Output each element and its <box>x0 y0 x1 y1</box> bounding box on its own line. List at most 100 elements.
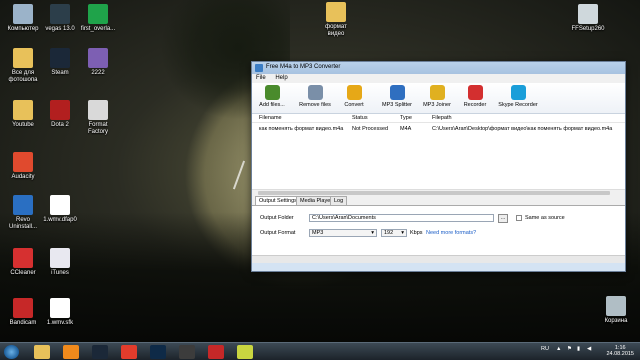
desktop-icon[interactable]: Bandicam <box>3 298 43 327</box>
window-title: Free M4a to MP3 Converter <box>266 64 341 70</box>
toolbar-button[interactable]: Remove files <box>298 85 332 108</box>
file-list[interactable]: как поменять формат видео.m4a Not Proces… <box>252 123 625 195</box>
chevron-down-icon: ▾ <box>401 230 404 236</box>
add-files-icon <box>264 85 280 100</box>
language-indicator[interactable]: RU <box>541 346 549 352</box>
title-bar[interactable]: Free M4a to MP3 Converter <box>252 62 625 74</box>
column-status[interactable]: Status <box>352 115 368 121</box>
bitrate-value: 192 <box>384 230 394 236</box>
converter-window[interactable]: Free M4a to MP3 Converter File Help Add … <box>251 61 626 272</box>
menu-bar: File Help <box>252 74 625 83</box>
row-filename: как поменять формат видео.m4a <box>259 126 344 132</box>
column-type[interactable]: Type <box>400 115 412 121</box>
toolbar-button-label: Convert <box>344 102 364 108</box>
media-player-icon[interactable] <box>63 345 79 359</box>
desktop-icon-label: Все для фотошопа <box>8 70 38 83</box>
tab-output-settings[interactable]: Output Settings <box>255 196 301 205</box>
desktop-icon[interactable]: Youtube <box>3 100 43 129</box>
steam-icon <box>50 48 70 68</box>
recorder-icon <box>467 85 483 100</box>
mp3-joiner-icon <box>429 85 445 100</box>
status-bar <box>252 255 625 263</box>
toolbar-button-label: Skype Recorder <box>498 102 538 108</box>
format-value: MP3 <box>312 230 324 236</box>
desktop-icon[interactable]: Revo Uninstall... <box>3 195 43 231</box>
toolbar-button[interactable]: Recorder <box>462 85 488 108</box>
flag-icon[interactable]: ⚑ <box>567 346 572 352</box>
computer-icon <box>13 4 33 24</box>
mp3-splitter-icon <box>389 85 405 100</box>
folder-icon <box>13 48 33 68</box>
desktop-icon[interactable]: Компьютер <box>3 4 43 33</box>
clock-date: 24.08.2015 <box>606 351 634 357</box>
bandicam-icon[interactable] <box>208 345 224 359</box>
menu-help[interactable]: Help <box>271 74 291 82</box>
audacity-icon <box>13 152 33 172</box>
toolbar-button-label: MP3 Joiner <box>423 102 451 108</box>
desktop-icon[interactable]: 1.wmv.dfap0 <box>40 195 80 224</box>
tab-log[interactable]: Log <box>330 196 348 205</box>
toolbar-button[interactable]: Add files... <box>258 85 286 108</box>
toolbar-button-label: MP3 Splitter <box>382 102 412 108</box>
chevron-down-icon: ▾ <box>371 230 374 236</box>
file-list-header: Filename Status Type Filepath <box>252 114 625 123</box>
same-as-source-checkbox[interactable] <box>516 215 522 221</box>
toolbar-button[interactable]: MP3 Splitter <box>380 85 414 108</box>
desktop-icon[interactable]: Steam <box>40 48 80 77</box>
converter-app-icon[interactable] <box>237 345 253 359</box>
same-as-source-label: Same as source <box>525 215 565 221</box>
desktop-icon[interactable]: Dota 2 <box>40 100 80 129</box>
toolbar-button[interactable]: MP3 Joiner <box>420 85 454 108</box>
desktop-icon[interactable]: vegas 13.0 <box>40 4 80 33</box>
yandex-browser-icon[interactable] <box>121 345 137 359</box>
tray-arrow-icon[interactable]: ▲ <box>556 346 561 352</box>
bitrate-unit: Kbps <box>410 230 423 236</box>
browse-button[interactable]: ... <box>498 214 508 223</box>
desktop-icon[interactable]: Корзина <box>596 296 636 325</box>
desktop-icon[interactable]: 1.wmv.sfk <box>40 298 80 327</box>
clock[interactable]: 1:16 24.08.2015 <box>606 345 634 357</box>
video-icon[interactable] <box>179 345 195 359</box>
vegas-icon <box>50 4 70 24</box>
explorer-icon[interactable] <box>34 345 50 359</box>
desktop-icon[interactable]: Format Factory <box>78 100 118 136</box>
desktop-icon-label: CCleaner <box>10 270 36 276</box>
bandicam-icon <box>13 298 33 318</box>
start-button[interactable] <box>4 345 19 359</box>
desktop-icon-label: Bandicam <box>9 320 37 326</box>
output-folder-label: Output Folder <box>260 215 294 221</box>
column-filename[interactable]: Filename <box>259 115 282 121</box>
desktop-icon[interactable]: first_overla... <box>78 4 118 33</box>
steam-icon[interactable] <box>92 345 108 359</box>
output-folder-field[interactable]: C:\Users\Агап\Documents <box>309 214 494 222</box>
desktop-icon[interactable]: iTunes <box>40 248 80 277</box>
toolbar-button[interactable]: Convert <box>342 85 366 108</box>
column-filepath[interactable]: Filepath <box>432 115 452 121</box>
photoshop-icon[interactable] <box>150 345 166 359</box>
toolbar-button-label: Recorder <box>463 102 487 108</box>
desktop-icon[interactable]: 2222 <box>78 48 118 77</box>
remove-files-icon <box>307 85 323 100</box>
desktop-icon[interactable]: Audacity <box>3 152 43 181</box>
more-formats-link[interactable]: Need more formats? <box>426 230 476 236</box>
output-settings-panel: Output Folder C:\Users\Агап\Documents ..… <box>252 205 625 263</box>
desktop-icon[interactable]: FFSetup260 <box>568 4 608 33</box>
table-row[interactable]: как поменять формат видео.m4a Not Proces… <box>252 125 625 133</box>
desktop-icon-label: Dota 2 <box>51 122 69 128</box>
convert-icon <box>346 85 362 100</box>
volume-icon[interactable]: ◀ <box>587 346 591 352</box>
desktop-icon-label: Format Factory <box>87 122 108 135</box>
desktop-icon-label: Revo Uninstall... <box>8 217 37 230</box>
toolbar-button[interactable]: Skype Recorder <box>496 85 540 108</box>
desktop-icon[interactable]: CCleaner <box>3 248 43 277</box>
desktop-icon[interactable]: формат видео <box>316 2 356 38</box>
revo-icon <box>13 195 33 215</box>
installer-icon <box>578 4 598 24</box>
green-app-icon <box>88 4 108 24</box>
menu-file[interactable]: File <box>252 74 270 82</box>
network-icon[interactable]: ▮ <box>577 346 580 352</box>
bitrate-dropdown[interactable]: 192 ▾ <box>381 229 407 237</box>
desktop-icon[interactable]: Все для фотошопа <box>3 48 43 84</box>
desktop-icon-label: Youtube <box>12 122 34 128</box>
format-dropdown[interactable]: MP3 ▾ <box>309 229 377 237</box>
